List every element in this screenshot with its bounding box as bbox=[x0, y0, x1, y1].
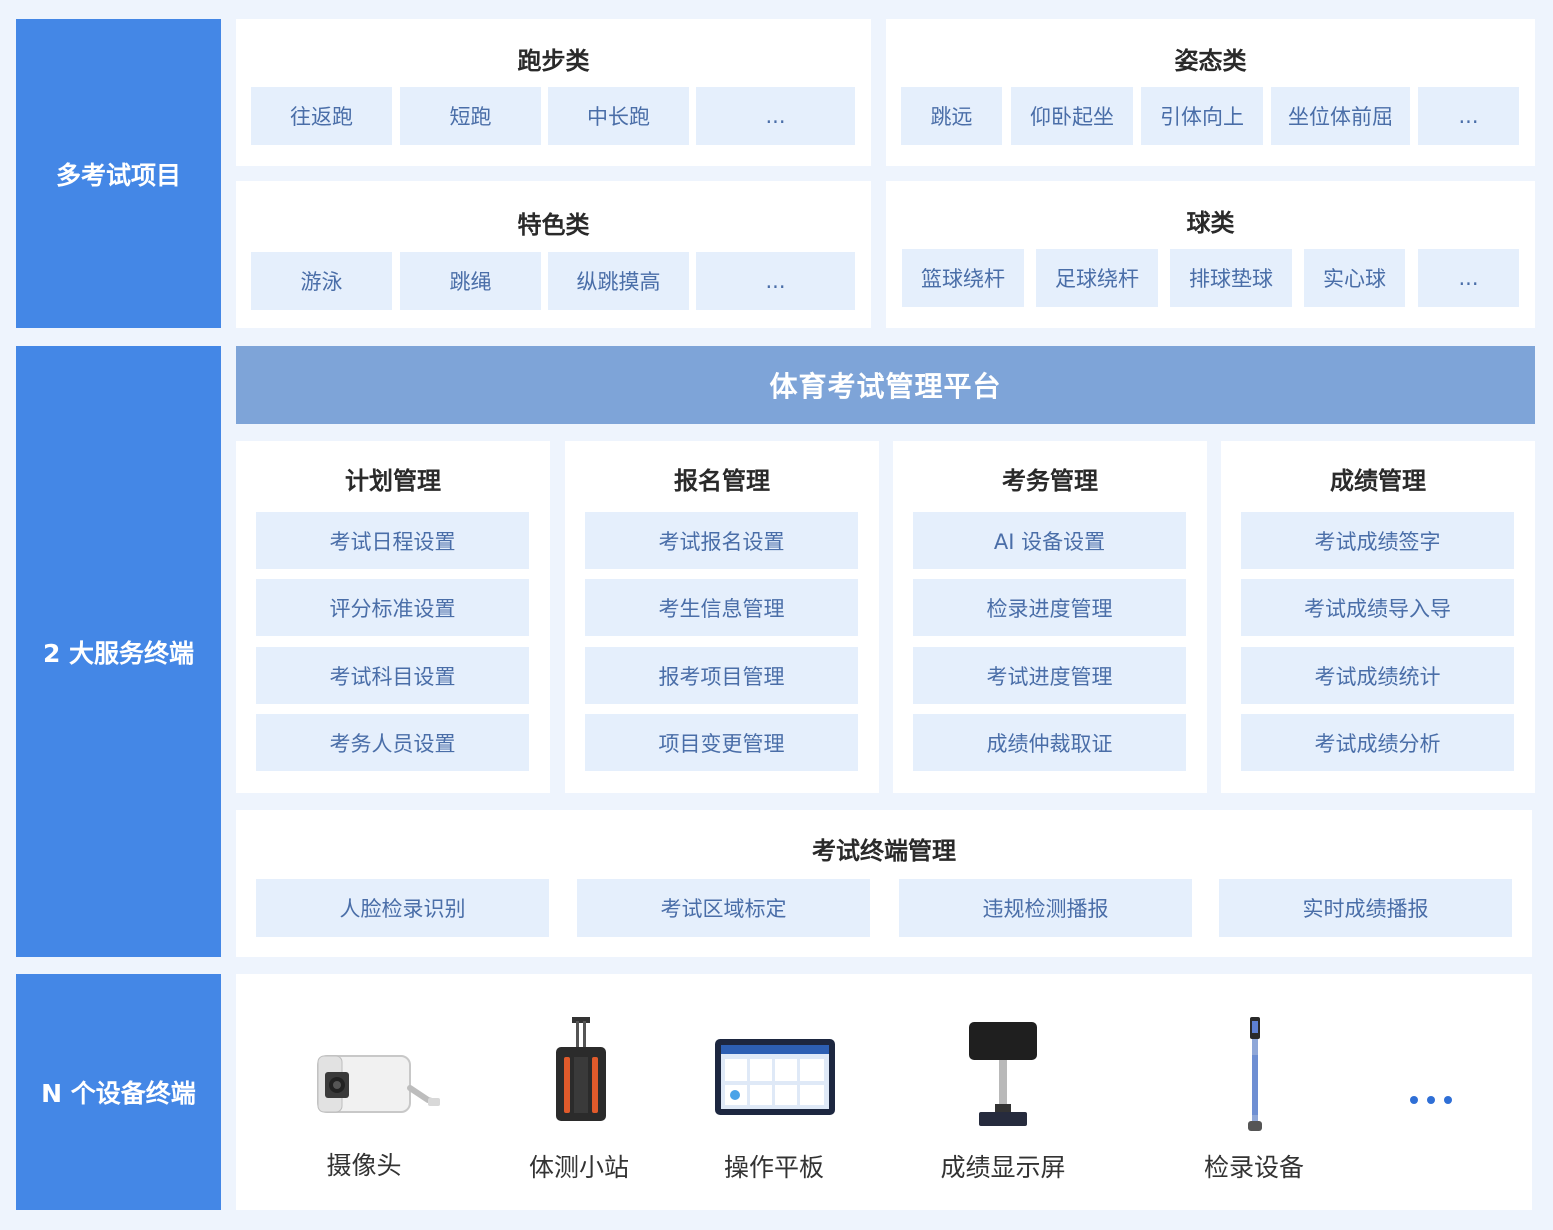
module-item: 考生信息管理 bbox=[585, 579, 858, 636]
category-posture-item-more: ... bbox=[1418, 87, 1519, 145]
terminal-item: 实时成绩播报 bbox=[1219, 879, 1512, 937]
display-screen-icon bbox=[965, 1020, 1041, 1128]
category-special-panel: 特色类 游泳 跳绳 纵跳摸高 ... bbox=[236, 181, 871, 328]
category-ball-item: 实心球 bbox=[1304, 249, 1405, 307]
module-exam-affairs-panel: 考务管理 AI 设备设置 检录进度管理 考试进度管理 成绩仲裁取证 bbox=[893, 441, 1207, 793]
category-ball-item: 排球垫球 bbox=[1170, 249, 1292, 307]
category-ball-panel: 球类 篮球绕杆 足球绕杆 排球垫球 实心球 ... bbox=[886, 181, 1535, 328]
dot bbox=[1427, 1096, 1435, 1104]
module-item: AI 设备设置 bbox=[913, 512, 1186, 569]
station-icon bbox=[550, 1015, 612, 1125]
category-posture-panel: 姿态类 跳远 仰卧起坐 引体向上 坐位体前屈 ... bbox=[886, 19, 1535, 166]
device-display-screen: 成绩显示屏 bbox=[925, 1148, 1081, 1188]
category-special-item: 游泳 bbox=[251, 252, 392, 310]
category-running-item-more: ... bbox=[696, 87, 855, 145]
dot bbox=[1410, 1096, 1418, 1104]
dot bbox=[1444, 1096, 1452, 1104]
module-item: 考试成绩统计 bbox=[1241, 647, 1514, 704]
terminal-management-title: 考试终端管理 bbox=[812, 837, 956, 865]
category-running-title: 跑步类 bbox=[517, 47, 590, 75]
device-station: 体测小站 bbox=[515, 1148, 643, 1188]
ellipsis-icon bbox=[1410, 1090, 1460, 1110]
category-ball-item-more: ... bbox=[1418, 249, 1519, 307]
device-label: 摄像头 bbox=[326, 1151, 402, 1180]
module-item: 评分标准设置 bbox=[256, 579, 529, 636]
device-tablet: 操作平板 bbox=[710, 1148, 838, 1188]
terminal-item: 违规检测播报 bbox=[899, 879, 1192, 937]
tablet-icon bbox=[713, 1037, 837, 1117]
module-item: 考试科目设置 bbox=[256, 647, 529, 704]
terminal-item: 考试区域标定 bbox=[577, 879, 870, 937]
module-item: 考试日程设置 bbox=[256, 512, 529, 569]
device-label: 操作平板 bbox=[723, 1153, 824, 1182]
category-posture-title: 姿态类 bbox=[1174, 47, 1247, 75]
category-running-item: 往返跑 bbox=[251, 87, 392, 145]
module-item: 考试报名设置 bbox=[585, 512, 858, 569]
terminal-management-panel: 考试终端管理 人脸检录识别 考试区域标定 违规检测播报 实时成绩播报 bbox=[236, 810, 1532, 957]
device-label: 检录设备 bbox=[1203, 1153, 1304, 1182]
terminal-item: 人脸检录识别 bbox=[256, 879, 549, 937]
category-posture-item: 仰卧起坐 bbox=[1011, 87, 1133, 145]
module-item: 成绩仲裁取证 bbox=[913, 714, 1186, 771]
module-item: 项目变更管理 bbox=[585, 714, 858, 771]
category-ball-item: 足球绕杆 bbox=[1036, 249, 1158, 307]
module-item: 考试进度管理 bbox=[913, 647, 1186, 704]
module-item: 考试成绩分析 bbox=[1241, 714, 1514, 771]
device-camera: 摄像头 bbox=[300, 1146, 428, 1186]
category-running-item: 中长跑 bbox=[548, 87, 689, 145]
category-running-panel: 跑步类 往返跑 短跑 中长跑 ... bbox=[236, 19, 871, 166]
module-scores-panel: 成绩管理 考试成绩签字 考试成绩导入导 考试成绩统计 考试成绩分析 bbox=[1221, 441, 1535, 793]
module-item: 考务人员设置 bbox=[256, 714, 529, 771]
module-item: 考试成绩导入导 bbox=[1241, 579, 1514, 636]
side-label-devices: N 个设备终端 bbox=[16, 974, 221, 1210]
module-item: 检录进度管理 bbox=[913, 579, 1186, 636]
category-ball-item: 篮球绕杆 bbox=[902, 249, 1024, 307]
category-posture-item: 坐位体前屈 bbox=[1271, 87, 1410, 145]
category-special-item: 跳绳 bbox=[400, 252, 541, 310]
category-posture-item: 跳远 bbox=[901, 87, 1002, 145]
check-in-device-icon bbox=[1240, 1015, 1270, 1135]
device-label: 体测小站 bbox=[528, 1153, 629, 1182]
category-special-title: 特色类 bbox=[517, 211, 590, 239]
module-item: 报考项目管理 bbox=[585, 647, 858, 704]
category-running-item: 短跑 bbox=[400, 87, 541, 145]
category-posture-item: 引体向上 bbox=[1141, 87, 1263, 145]
device-label: 成绩显示屏 bbox=[940, 1153, 1066, 1182]
side-label-services: 2 大服务终端 bbox=[16, 346, 221, 957]
module-item: 考试成绩签字 bbox=[1241, 512, 1514, 569]
camera-icon bbox=[312, 1050, 447, 1120]
category-special-item-more: ... bbox=[696, 252, 855, 310]
module-plan-panel: 计划管理 考试日程设置 评分标准设置 考试科目设置 考务人员设置 bbox=[236, 441, 550, 793]
module-title: 成绩管理 bbox=[1330, 467, 1426, 495]
side-label-exam-items: 多考试项目 bbox=[16, 19, 221, 328]
platform-title-banner: 体育考试管理平台 bbox=[236, 346, 1535, 424]
module-title: 考务管理 bbox=[1002, 467, 1098, 495]
device-check-in: 检录设备 bbox=[1190, 1148, 1318, 1188]
module-title: 计划管理 bbox=[345, 467, 441, 495]
category-special-item: 纵跳摸高 bbox=[548, 252, 689, 310]
category-ball-title: 球类 bbox=[1186, 209, 1235, 237]
module-registration-panel: 报名管理 考试报名设置 考生信息管理 报考项目管理 项目变更管理 bbox=[565, 441, 879, 793]
module-title: 报名管理 bbox=[674, 467, 770, 495]
